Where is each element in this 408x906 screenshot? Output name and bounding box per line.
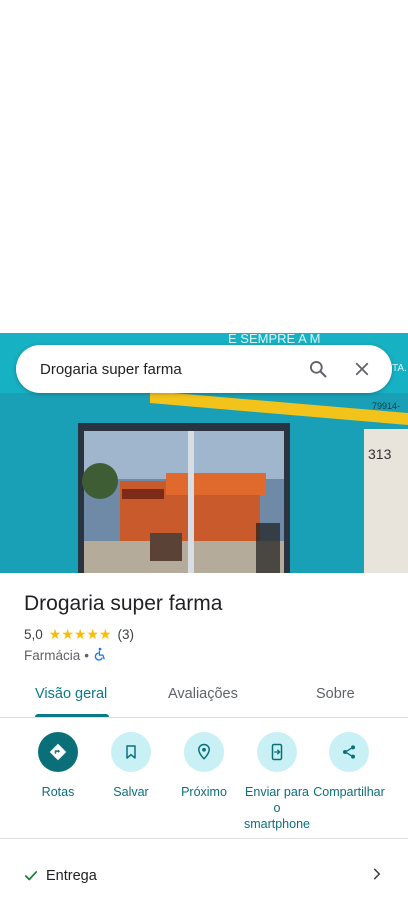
- share-label: Compartilhar: [313, 785, 385, 799]
- search-icon[interactable]: [300, 351, 336, 387]
- wheelchair-icon: [93, 647, 107, 664]
- tab-reviews[interactable]: Avaliações: [168, 686, 238, 702]
- save-label: Salvar: [113, 785, 149, 799]
- category-row: Farmácia •: [24, 647, 107, 664]
- bookmark-icon: [111, 732, 151, 772]
- send-to-phone-button[interactable]: Enviar para o smartphone: [240, 732, 314, 832]
- send-to-phone-icon: [257, 732, 297, 772]
- directions-icon: [38, 732, 78, 772]
- delivery-label: Entrega: [46, 868, 97, 884]
- chevron-right-icon: [370, 867, 384, 886]
- nearby-icon: [184, 732, 224, 772]
- tab-overview[interactable]: Visão geral: [35, 686, 107, 702]
- section-divider: [0, 838, 408, 839]
- category-label: Farmácia: [24, 648, 81, 663]
- close-icon[interactable]: [344, 351, 380, 387]
- share-button[interactable]: Compartilhar: [312, 732, 386, 800]
- place-title: Drogaria super farma: [24, 592, 223, 615]
- sign-phone: 79914-: [372, 401, 400, 411]
- directions-label: Rotas: [41, 785, 75, 799]
- tab-about[interactable]: Sobre: [316, 686, 355, 702]
- nearby-button[interactable]: Próximo: [167, 732, 241, 800]
- sign-text-right: TA.: [392, 363, 407, 374]
- place-page: E SEMPRE A M 79914- TA. 313 Drogaria sup…: [0, 0, 408, 906]
- rating-value: 5,0: [24, 627, 43, 642]
- tab-bar: Visão geral Avaliações Sobre: [0, 676, 408, 718]
- rating-stars: ★★★★★: [48, 626, 112, 642]
- search-input[interactable]: Drogaria super farma: [40, 361, 292, 378]
- send-to-phone-label: Enviar para o smartphone: [243, 785, 310, 831]
- rating-row[interactable]: 5,0 ★★★★★ (3): [24, 626, 134, 643]
- check-icon: [24, 869, 38, 883]
- share-icon: [329, 732, 369, 772]
- separator: •: [84, 648, 89, 663]
- review-count: (3): [117, 627, 135, 642]
- storefront-number: 313: [368, 446, 392, 462]
- search-bar[interactable]: Drogaria super farma: [16, 345, 392, 393]
- delivery-row[interactable]: Entrega: [0, 856, 408, 896]
- save-button[interactable]: Salvar: [94, 732, 168, 800]
- nearby-label: Próximo: [181, 785, 227, 799]
- tab-indicator: [35, 714, 109, 717]
- action-buttons: Rotas Salvar Próximo Enviar para o smart…: [0, 730, 408, 832]
- directions-button[interactable]: Rotas: [21, 732, 95, 800]
